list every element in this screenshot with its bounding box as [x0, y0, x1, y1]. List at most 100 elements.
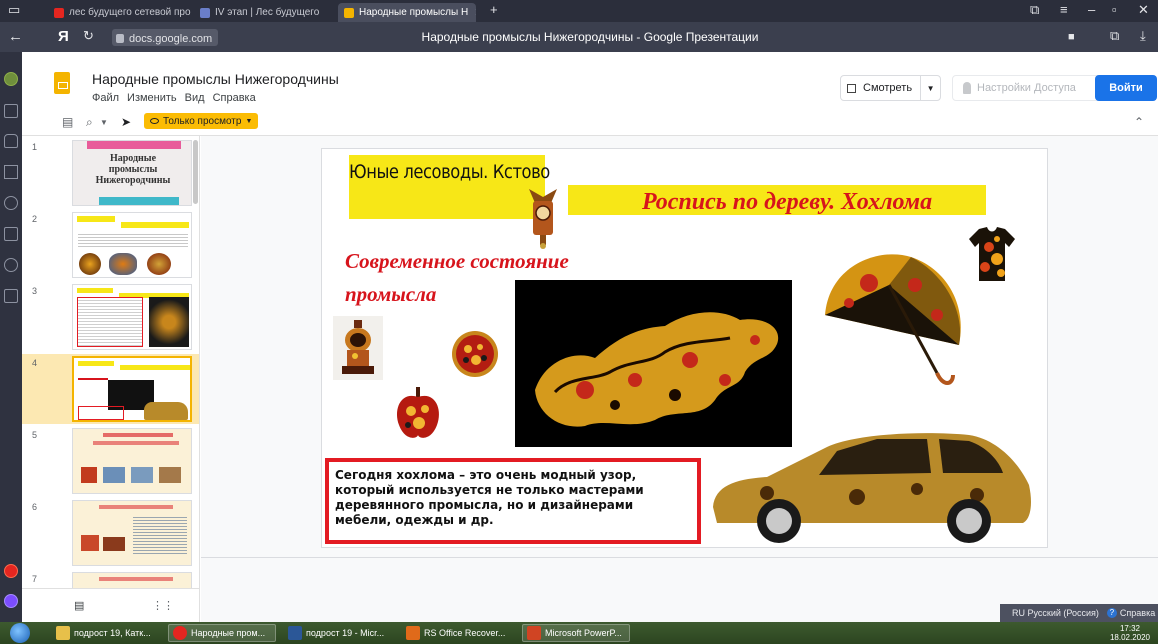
menu-help[interactable]: Справка [213, 92, 256, 104]
eye-icon [150, 118, 159, 124]
menu-edit[interactable]: Изменить [127, 92, 177, 104]
painted-plate-image [450, 329, 500, 379]
samovar-image [333, 316, 383, 380]
folder-icon [56, 626, 70, 640]
slide-thumbnail-image [72, 212, 192, 278]
slide-filmstrip: 1 Народные промыслы Нижегородчины 2 3 4 … [22, 136, 200, 622]
browser-sidebar [0, 52, 22, 622]
filmstrip-footer: ▤ ⋮⋮ [22, 588, 199, 622]
powerpoint-icon [527, 626, 541, 640]
language-status: RU Русский (Россия) ? Справка [1000, 604, 1158, 622]
toolbar: ▤ ⌕ ▼ ➤ Только просмотр ▼ ⌃ [22, 108, 1158, 136]
slide-thumbnail-image [72, 428, 192, 494]
language-label[interactable]: RU Русский (Россия) [1012, 608, 1099, 618]
close-window-icon[interactable]: ✕ [1138, 2, 1149, 18]
extensions-icon[interactable]: ⧉ [1110, 28, 1119, 44]
khokhloma-car-image [707, 423, 1037, 547]
minimize-icon[interactable]: – [1088, 2, 1095, 17]
current-slide: Юные лесоводы. Кстово Роспись по дереву.… [321, 148, 1048, 548]
new-tab-button[interactable]: + [490, 2, 498, 17]
print-icon[interactable]: ▤ [62, 115, 73, 129]
present-button-label: Смотреть [863, 82, 913, 94]
access-settings-button[interactable]: Настройки Доступа [952, 75, 1103, 101]
downloads-icon[interactable]: ⤓ [1140, 28, 1146, 44]
taskbar-item-word[interactable]: подрост 19 - Micr... [284, 624, 392, 642]
page-title: Народные промыслы Нижегородчины - Google… [421, 30, 759, 44]
menu-file[interactable]: Файл [92, 92, 119, 104]
menu-bar: Файл Изменить Вид Справка [92, 92, 256, 104]
zoom-icon[interactable]: ⌕ [86, 115, 93, 130]
slide-thumbnail-5[interactable]: 5 [22, 426, 199, 496]
alice-icon[interactable] [4, 564, 18, 578]
slide-thumbnail-2[interactable]: 2 [22, 210, 199, 280]
taskbar-item-powerpoint[interactable]: Microsoft PowerP... [522, 624, 630, 642]
khokhloma-umbrella-image [819, 245, 969, 397]
filmstrip-scrollbar[interactable] [193, 140, 198, 204]
assistant-icon[interactable] [4, 594, 18, 608]
favorites-star-icon[interactable] [4, 165, 18, 179]
google-slides-icon[interactable] [54, 72, 70, 94]
slide-thumbnail-image [72, 284, 192, 350]
khokhloma-tshirt-image [967, 225, 1017, 283]
tab-narodnye-promysly[interactable]: Народные промыслы Н ✕ [338, 3, 476, 22]
carved-clock-image [525, 183, 561, 249]
russia-map-khokhloma-image [515, 280, 792, 447]
bookmark-icon[interactable]: ■ [1068, 31, 1075, 43]
notifications-icon[interactable] [4, 134, 18, 148]
taskbar-item-browser[interactable]: Народные пром... [168, 624, 276, 642]
close-tab-icon[interactable]: ✕ [474, 6, 476, 19]
slide-subtitle: Роспись по дереву. Хохлома [642, 189, 933, 215]
speaker-notes-divider[interactable] [201, 557, 1158, 558]
profile-avatar-icon[interactable] [4, 72, 18, 86]
windows-taskbar: подрост 19, Катк... Народные пром... под… [0, 622, 1158, 644]
system-clock[interactable]: 17:32 18.02.2020 [1110, 624, 1150, 642]
tab-iv-etap[interactable]: IV этап | Лес будущего [194, 3, 334, 22]
tab-les-budushchego-setevoy[interactable]: лес будущего сетевой про [48, 3, 194, 22]
slide-thumbnail-image [72, 356, 192, 422]
collections-icon[interactable] [4, 227, 18, 241]
painted-apple-image [389, 381, 447, 445]
screenshot-icon[interactable] [4, 289, 18, 303]
rs-icon [406, 626, 420, 640]
filmstrip-view-icon[interactable]: ▤ [74, 599, 84, 612]
menu-icon[interactable]: ≡ [1060, 2, 1068, 17]
view-only-badge[interactable]: Только просмотр ▼ [144, 113, 259, 129]
slide-thumbnail-3[interactable]: 3 [22, 282, 199, 352]
slide-thumbnail-1[interactable]: 1 Народные промыслы Нижегородчины [22, 138, 199, 208]
word-icon [288, 626, 302, 640]
select-cursor-icon[interactable]: ➤ [121, 115, 131, 129]
maximize-icon[interactable]: ▫ [1112, 2, 1117, 17]
yandex-logo[interactable]: Я [58, 28, 69, 45]
browser-tab-bar: ▭ лес будущего сетевой про IV этап | Лес… [0, 0, 1158, 22]
document-title: Народные промыслы Нижегородчины [92, 71, 339, 87]
present-icon [847, 83, 856, 93]
taskbar-item-rs-office[interactable]: RS Office Recover... [402, 624, 514, 642]
help-link[interactable]: ? Справка [1106, 608, 1155, 618]
url-field[interactable]: docs.google.com [112, 29, 219, 46]
slides-icon [344, 7, 354, 18]
zoom-dropdown-icon[interactable]: ▼ [100, 118, 108, 127]
taskbar-item-folder[interactable]: подрост 19, Катк... [52, 624, 160, 642]
present-button[interactable]: Смотреть ▼ [840, 75, 942, 101]
sign-in-button[interactable]: Войти [1095, 75, 1157, 101]
menu-view[interactable]: Вид [185, 92, 205, 104]
history-clock-icon[interactable] [4, 196, 18, 210]
back-icon[interactable]: ← [8, 28, 23, 45]
media-play-icon[interactable] [4, 258, 18, 272]
slide-thumbnail-title: Народные промыслы Нижегородчины [95, 153, 171, 186]
start-button[interactable] [10, 623, 30, 643]
slide-thumbnail-image [72, 500, 192, 566]
slide-thumbnail-4[interactable]: 4 [22, 354, 199, 424]
grid-view-icon[interactable]: ⋮⋮ [152, 599, 174, 612]
present-dropdown-icon[interactable]: ▼ [920, 76, 940, 100]
address-bar: ← Я ↻ docs.google.com Народные промыслы … [0, 22, 1158, 52]
bookmark-manager-icon[interactable]: ⧉ [1030, 2, 1039, 18]
collapse-header-icon[interactable]: ⌃ [1134, 115, 1144, 129]
reload-icon[interactable]: ↻ [83, 28, 94, 44]
apps-grid-icon[interactable] [4, 104, 18, 118]
wix-icon [200, 7, 210, 18]
slide-thumbnail-6[interactable]: 6 [22, 498, 199, 568]
slide-canvas-area: Юные лесоводы. Кстово Роспись по дереву.… [201, 136, 1158, 622]
tabs-panel-icon[interactable]: ▭ [8, 2, 20, 18]
docs-header: Народные промыслы Нижегородчины Файл Изм… [22, 52, 1158, 108]
